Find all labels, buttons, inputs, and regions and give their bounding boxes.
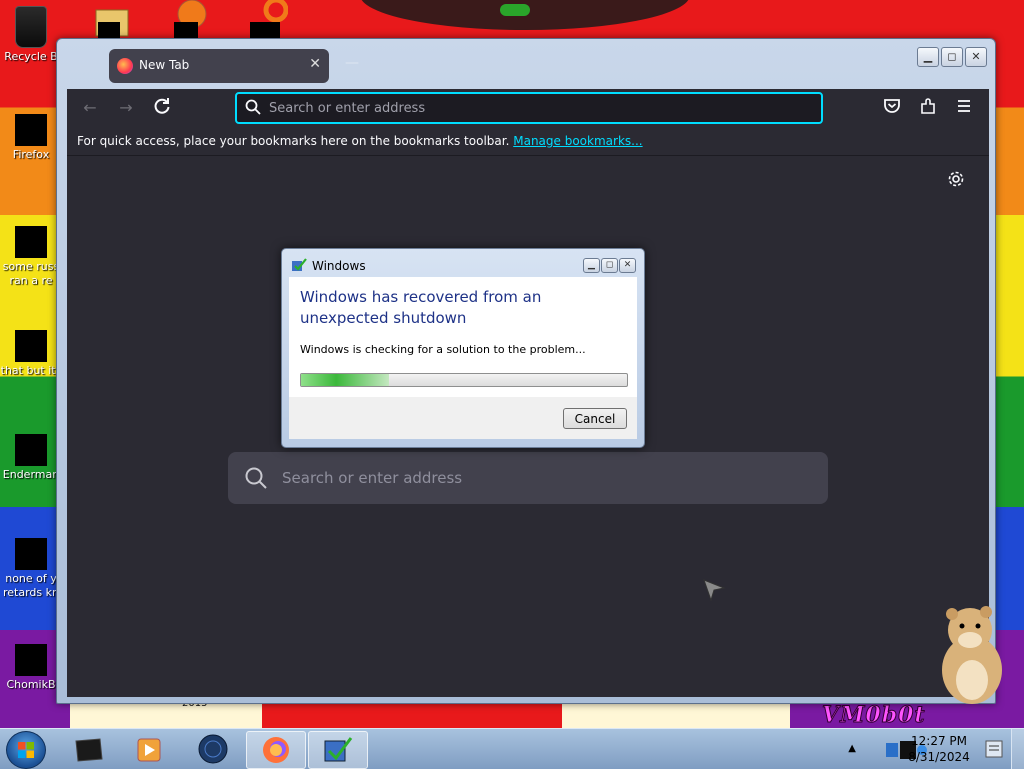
- tab-new-tab[interactable]: New Tab ✕: [109, 49, 329, 83]
- clock-date: 8/31/2024: [908, 750, 970, 764]
- clock-time: 12:27 PM: [911, 734, 967, 748]
- ntp-search-box[interactable]: [228, 452, 828, 504]
- windows-checkmark-icon: [291, 258, 307, 274]
- dialog-body: Windows has recovered from an unexpected…: [289, 277, 637, 397]
- menu-hamburger-icon[interactable]: [953, 97, 975, 119]
- address-bar[interactable]: [235, 92, 823, 124]
- tab-close-icon[interactable]: ✕: [309, 56, 321, 72]
- search-icon: [245, 99, 261, 118]
- desktop-icon-label: some russ ran a re: [2, 260, 60, 287]
- dialog-heading: Windows has recovered from an unexpected…: [300, 288, 542, 327]
- close-button[interactable]: ✕: [965, 47, 987, 67]
- progress-fill: [301, 374, 390, 386]
- clock[interactable]: 12:27 PM 8/31/2024: [904, 733, 974, 765]
- desktop-icon-partial-ring[interactable]: [248, 0, 289, 38]
- dialog-title: Windows: [312, 259, 366, 273]
- desktop-icon-partial-folder[interactable]: [92, 0, 132, 38]
- app-icon: [15, 538, 47, 570]
- taskbar-item-app[interactable]: [60, 731, 118, 767]
- hamster-image: [930, 600, 1010, 710]
- bookmarks-toolbar: For quick access, place your bookmarks h…: [67, 127, 989, 156]
- desktop-icon-recycle-bin[interactable]: Recycle B: [0, 6, 62, 64]
- nav-toolbar: ← →: [67, 89, 989, 127]
- dialog-footer: Cancel: [289, 397, 637, 439]
- dialog-minimize-button[interactable]: ▁: [583, 258, 600, 273]
- desktop-icon-chomikb[interactable]: ChomikB: [0, 644, 62, 692]
- desktop-icon-firefox[interactable]: Firefox: [0, 114, 62, 162]
- taskbar-item-media-player[interactable]: [122, 731, 180, 767]
- reload-icon[interactable]: [151, 97, 173, 119]
- desktop-icon-none-of-y[interactable]: none of y retards kn: [0, 538, 62, 600]
- wallpaper-vm-text: VM0b0t: [822, 702, 926, 729]
- show-desktop-button[interactable]: [1011, 729, 1024, 769]
- taskbar-item-windows-dialog[interactable]: [308, 731, 368, 769]
- address-input[interactable]: [267, 98, 811, 118]
- start-button[interactable]: [6, 731, 46, 769]
- desktop-icon-label: Enderman: [2, 468, 60, 481]
- firefox-icon: [15, 114, 47, 146]
- desktop-icon-partial-orange[interactable]: [170, 0, 210, 38]
- maximize-button[interactable]: ◻: [941, 47, 963, 67]
- hamster-app-icon: [15, 644, 47, 676]
- desktop-icon-enderman[interactable]: Enderman: [0, 434, 62, 482]
- manage-bookmarks-link[interactable]: Manage bookmarks...: [513, 134, 642, 148]
- notification-icon[interactable]: [984, 739, 1004, 759]
- ntp-search-input[interactable]: [280, 466, 804, 490]
- media-player-icon: [137, 738, 161, 762]
- desktop-icon-label: Firefox: [12, 148, 50, 161]
- globe-icon: [198, 734, 228, 764]
- taskbar-item-firefox[interactable]: [246, 731, 306, 769]
- taskbar-item-globe[interactable]: [184, 731, 242, 767]
- desktop-icon-label: ChomikB: [6, 678, 56, 691]
- desktop-icon-label: none of y retards kn: [3, 572, 59, 599]
- window-stack-icon: [15, 330, 47, 362]
- document-icon: [15, 226, 47, 258]
- system-tray: ▲ 12:27 PM 8/31/2024: [824, 729, 1024, 769]
- dialog-close-button[interactable]: ✕: [619, 258, 636, 273]
- dialog-message: Windows is checking for a solution to th…: [300, 343, 586, 356]
- terminal-icon: [15, 434, 47, 466]
- firefox-tab-icon: [117, 58, 133, 74]
- tab-title: New Tab: [139, 58, 190, 72]
- gear-icon[interactable]: [947, 170, 965, 191]
- black-box-icon: [75, 738, 103, 762]
- windows-checkmark-icon: [324, 737, 353, 762]
- dialog-window-controls: ▁ ◻ ✕: [583, 258, 636, 273]
- new-tab-button[interactable]: —: [345, 55, 359, 71]
- show-hidden-icons-icon[interactable]: ▲: [848, 743, 856, 754]
- taskbar: ▲ 12:27 PM 8/31/2024: [0, 728, 1024, 769]
- minimize-button[interactable]: ▁: [917, 47, 939, 67]
- cancel-button[interactable]: Cancel: [563, 408, 627, 429]
- progress-bar: [300, 373, 628, 387]
- mouse-cursor-icon: [702, 578, 726, 605]
- search-icon: [244, 466, 268, 493]
- back-arrow-icon[interactable]: ←: [79, 97, 101, 119]
- desktop-icon-some-russ[interactable]: some russ ran a re: [0, 218, 62, 288]
- recycle-bin-icon: [15, 6, 47, 48]
- windows-logo-icon: [18, 742, 34, 758]
- desktop-icon-label: Recycle B: [4, 50, 58, 63]
- forward-arrow-icon[interactable]: →: [115, 97, 137, 119]
- extensions-icon[interactable]: [917, 97, 939, 119]
- windows-recovery-dialog: Windows ▁ ◻ ✕ Windows has recovered from…: [281, 248, 645, 448]
- pocket-icon[interactable]: [881, 97, 903, 119]
- desktop-icon-that-but-its[interactable]: that but its: [0, 330, 62, 378]
- window-controls: ▁ ◻ ✕: [917, 47, 987, 67]
- dialog-maximize-button[interactable]: ◻: [601, 258, 618, 273]
- desktop-icon-label: that but its: [0, 364, 62, 377]
- firefox-icon: [263, 737, 289, 763]
- bookmarks-hint-text: For quick access, place your bookmarks h…: [77, 134, 510, 148]
